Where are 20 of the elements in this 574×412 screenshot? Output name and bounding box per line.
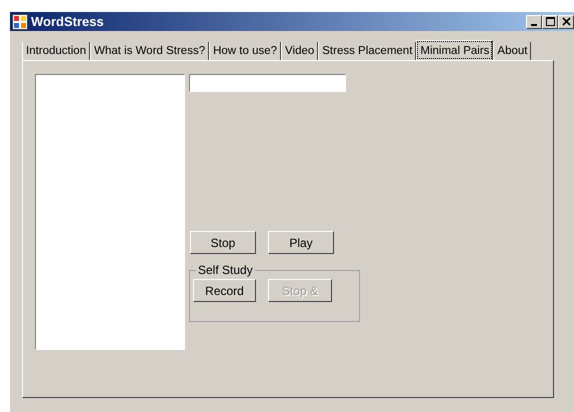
minimize-button[interactable] (526, 14, 542, 28)
tab[interactable]: Stress Placement (318, 42, 416, 60)
input-field[interactable] (189, 74, 346, 92)
maximize-icon (546, 17, 554, 26)
window-title: WordStress (31, 14, 104, 29)
playback-button[interactable]: Stop (190, 231, 256, 254)
playback-button[interactable]: Play (268, 231, 334, 254)
tab[interactable]: Minimal Pairs (416, 40, 494, 60)
app-icon (12, 14, 28, 30)
tab[interactable]: Introduction (22, 42, 90, 60)
minimize-icon (531, 24, 537, 26)
maximize-button[interactable] (542, 14, 558, 28)
tab[interactable]: What is Word Stress? (90, 42, 210, 60)
recording-button[interactable]: Record (193, 279, 256, 302)
close-button[interactable] (558, 14, 574, 28)
close-icon (562, 17, 570, 26)
tab[interactable]: About (493, 42, 532, 60)
group-title: Self Study (196, 263, 255, 277)
tab[interactable]: How to use? (209, 42, 282, 60)
tab[interactable]: Video (281, 42, 318, 60)
